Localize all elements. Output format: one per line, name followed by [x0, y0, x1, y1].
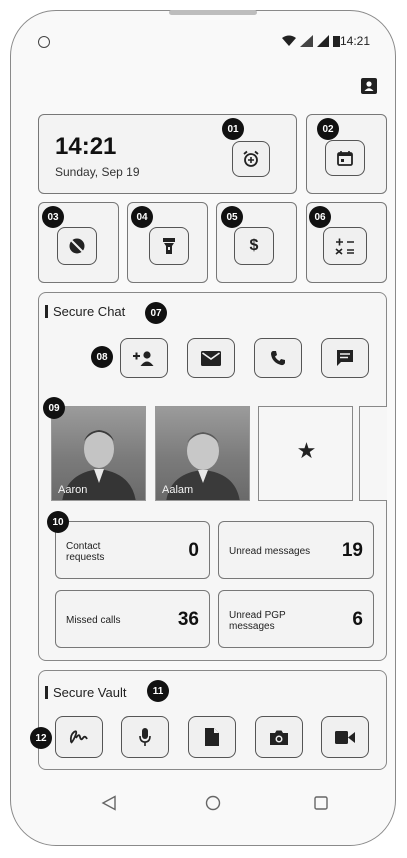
callout-04: 04 [131, 206, 153, 228]
camera-button[interactable] [255, 716, 303, 758]
calculator-button[interactable] [323, 227, 367, 265]
add-contact-icon [133, 351, 154, 366]
recents-icon [314, 796, 328, 810]
alarm-button[interactable] [232, 141, 270, 177]
callout-02: 02 [317, 118, 339, 140]
signature-icon [69, 730, 88, 744]
location-toggle-button[interactable] [57, 227, 97, 265]
stat-contact-requests[interactable]: Contact requests 0 [55, 521, 210, 579]
mail-icon [201, 350, 221, 366]
data-icon [300, 35, 313, 47]
contact-name: Aalam [162, 484, 194, 496]
stat-unread-pgp-messages[interactable]: Unread PGP messages 6 [218, 590, 374, 648]
secure-chat-title: Secure Chat [53, 304, 126, 319]
stat-label: Missed calls [66, 615, 121, 626]
voice-memo-button[interactable] [121, 716, 169, 758]
mail-button[interactable] [187, 338, 235, 378]
calendar-icon [337, 151, 353, 166]
nav-recents-button[interactable] [308, 790, 334, 816]
callout-01: 01 [222, 118, 244, 140]
currency-button[interactable]: $ [234, 227, 274, 265]
callout-11: 11 [147, 680, 169, 702]
back-icon [101, 795, 116, 811]
callout-12: 12 [30, 727, 52, 749]
earpiece [169, 10, 257, 15]
calendar-button[interactable] [325, 140, 365, 176]
document-button[interactable] [188, 716, 236, 758]
favorite-tile-partial[interactable] [359, 406, 387, 501]
callout-05: 05 [221, 206, 243, 228]
stat-unread-messages[interactable]: Unread messages 19 [218, 521, 374, 579]
callout-10: 10 [47, 511, 69, 533]
contact-name: Aaron [58, 484, 88, 496]
flashlight-icon [163, 238, 175, 254]
home-icon [205, 795, 221, 811]
signature-button[interactable] [55, 716, 103, 758]
camera-dot [38, 36, 50, 48]
document-icon [205, 728, 219, 746]
stat-value: 6 [352, 609, 363, 630]
call-icon [271, 351, 285, 366]
favorite-contact-aaron[interactable]: Aaron [51, 406, 146, 501]
callout-06: 06 [309, 206, 331, 228]
stat-value: 0 [188, 540, 199, 561]
contact-card-icon[interactable] [361, 78, 377, 94]
callout-07: 07 [145, 302, 167, 324]
stat-value: 36 [177, 609, 199, 630]
stat-label: Contact requests [66, 541, 105, 563]
favorite-contact-aalam[interactable]: Aalam [155, 406, 250, 501]
clock-widget[interactable]: 14:21 Sunday, Sep 19 [38, 114, 297, 194]
clock-time: 14:21 [55, 133, 117, 160]
stat-missed-calls[interactable]: Missed calls 36 [55, 590, 210, 648]
flashlight-button[interactable] [149, 227, 189, 265]
section-marker [45, 305, 48, 318]
status-icons [282, 35, 340, 47]
currency-icon: $ [249, 237, 259, 254]
status-time: 14:21 [340, 34, 371, 48]
video-icon [335, 730, 355, 744]
nav-back-button[interactable] [96, 790, 122, 816]
calculator-icon [335, 238, 354, 255]
wifi-icon [282, 35, 296, 46]
clock-date: Sunday, Sep 19 [55, 165, 140, 179]
signal-icon [317, 35, 329, 47]
battery-icon [333, 36, 340, 47]
alarm-add-icon [243, 150, 259, 167]
section-marker [45, 686, 48, 699]
callout-08: 08 [91, 346, 113, 368]
microphone-icon [139, 728, 151, 746]
video-button[interactable] [321, 716, 369, 758]
camera-icon [270, 730, 288, 745]
callout-03: 03 [42, 206, 64, 228]
stat-value: 19 [341, 540, 363, 561]
nav-home-button[interactable] [200, 790, 226, 816]
callout-09: 09 [43, 397, 65, 419]
stat-label: Unread messages [229, 546, 311, 557]
call-button[interactable] [254, 338, 302, 378]
stat-label: Unread PGP messages [229, 610, 286, 632]
message-button[interactable] [321, 338, 369, 378]
add-contact-button[interactable] [120, 338, 168, 378]
star-icon: ★ [296, 438, 317, 463]
message-icon [337, 350, 353, 366]
secure-vault-title: Secure Vault [53, 685, 127, 700]
add-favorite-tile[interactable]: ★ [258, 406, 353, 501]
no-location-icon [69, 238, 85, 254]
